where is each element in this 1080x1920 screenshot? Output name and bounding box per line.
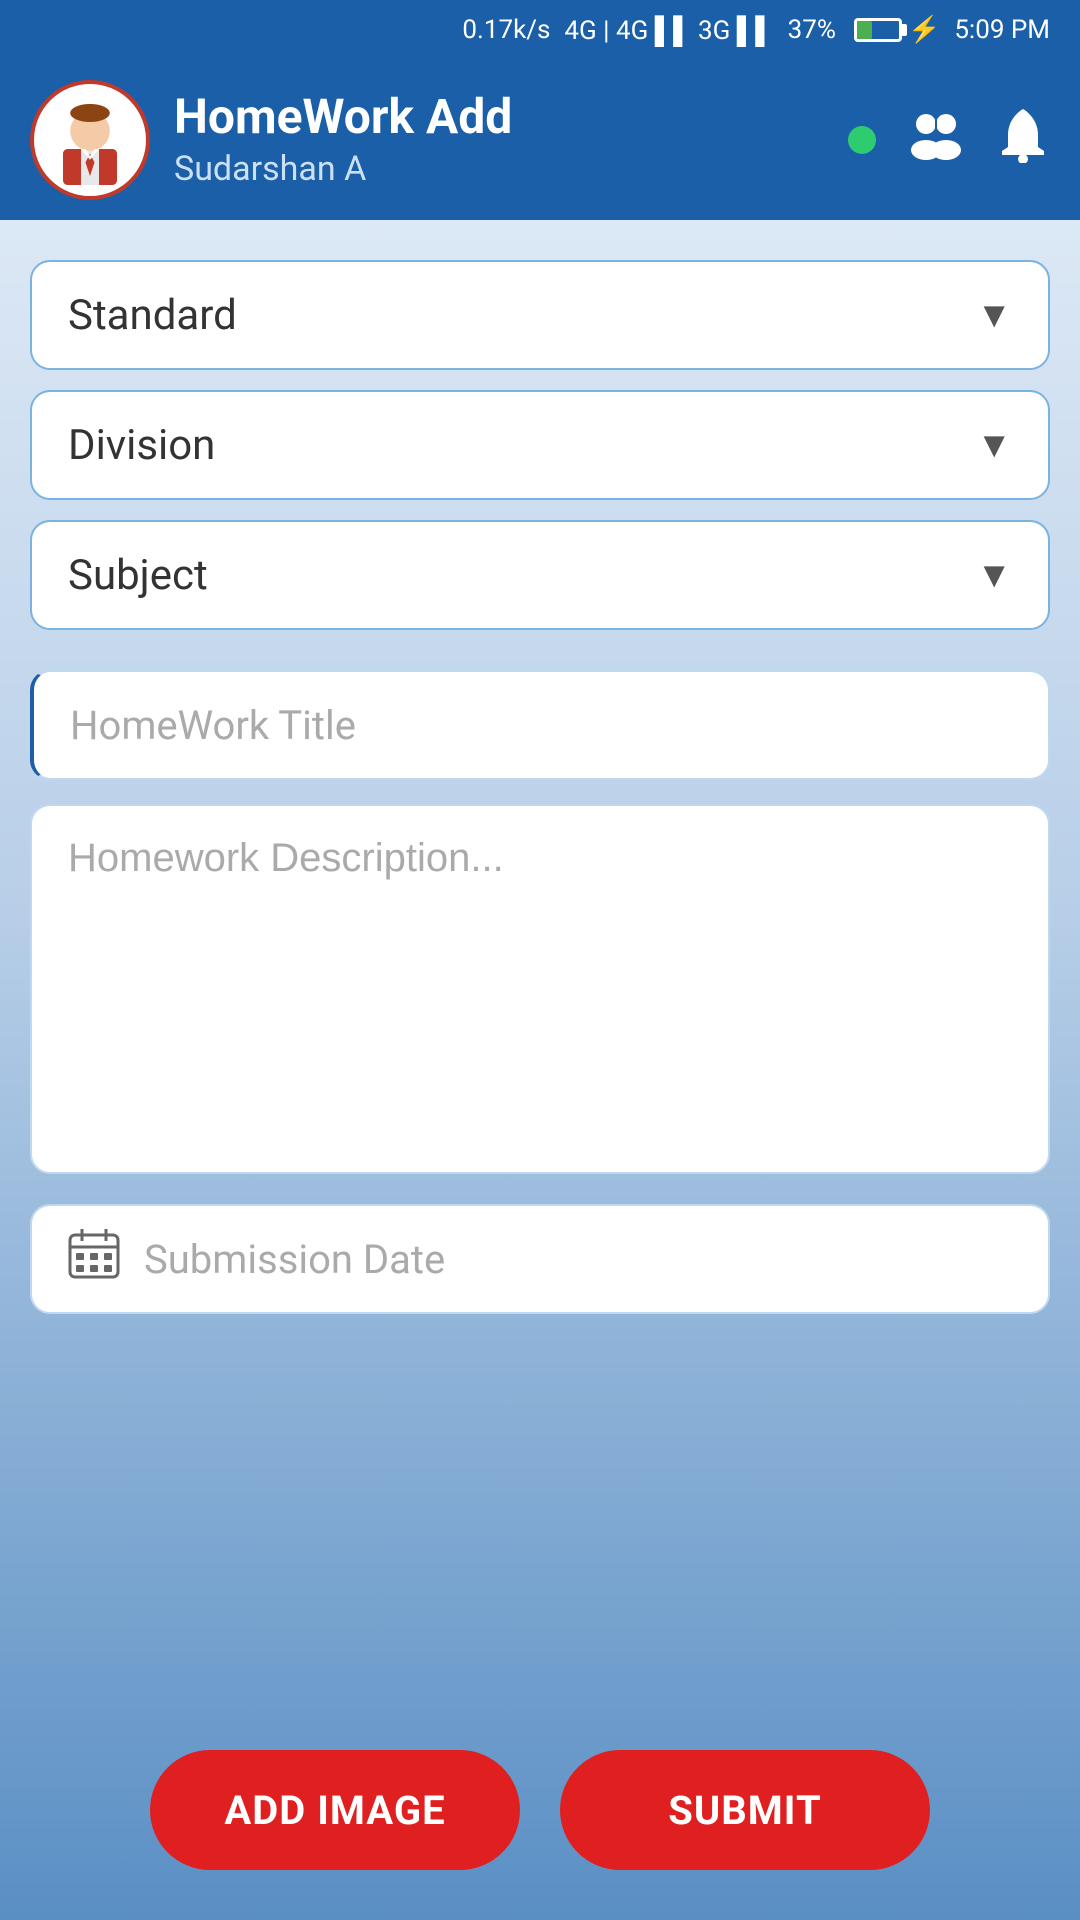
main-content: Standard ▼ Division ▼ Subject ▼ (0, 220, 1080, 1920)
standard-dropdown[interactable]: Standard ▼ (30, 260, 1050, 370)
subject-dropdown[interactable]: Subject ▼ (30, 520, 1050, 630)
avatar (30, 80, 150, 200)
header-title-block: HomeWork Add Sudarshan A (174, 91, 824, 190)
subject-chevron-icon: ▼ (976, 554, 1012, 596)
current-time: 5:09 PM (954, 15, 1050, 45)
group-icon[interactable] (906, 104, 966, 177)
bottom-buttons: ADD IMAGE SUBMIT (30, 1750, 1050, 1890)
app-header: HomeWork Add Sudarshan A (0, 60, 1080, 220)
status-bar: 0.17k/s 4G | 4G ▌▌ 3G ▌▌ 37% ⚡ 5:09 PM (0, 0, 1080, 60)
subject-label: Subject (68, 551, 208, 600)
page-title: HomeWork Add (174, 91, 824, 144)
homework-description-textarea[interactable] (30, 804, 1050, 1174)
battery-icon-container: ⚡ (850, 15, 940, 45)
dropdown-section: Standard ▼ Division ▼ Subject ▼ (30, 260, 1050, 630)
battery-icon (854, 18, 902, 42)
standard-chevron-icon: ▼ (976, 294, 1012, 336)
network-type: 4G | 4G ▌▌ 3G ▌▌ (564, 15, 773, 46)
calendar-icon (68, 1227, 120, 1291)
avatar-image (45, 95, 135, 185)
standard-label: Standard (68, 291, 237, 340)
input-section (30, 670, 1050, 1174)
add-image-button[interactable]: ADD IMAGE (150, 1750, 520, 1870)
submit-button[interactable]: SUBMIT (560, 1750, 930, 1870)
user-name: Sudarshan A (174, 149, 824, 189)
division-label: Division (68, 421, 215, 470)
division-chevron-icon: ▼ (976, 424, 1012, 466)
notification-bell-icon[interactable] (996, 105, 1050, 176)
submission-date-field[interactable]: Submission Date (30, 1204, 1050, 1314)
submission-date-placeholder: Submission Date (144, 1236, 445, 1283)
division-dropdown[interactable]: Division ▼ (30, 390, 1050, 500)
online-status-dot (848, 126, 876, 154)
status-bar-info: 0.17k/s 4G | 4G ▌▌ 3G ▌▌ 37% ⚡ 5:09 PM (462, 15, 1050, 46)
battery-percent: 37% (788, 15, 836, 45)
header-icons (848, 104, 1050, 177)
network-speed: 0.17k/s (462, 15, 550, 45)
homework-title-input[interactable] (30, 670, 1050, 780)
